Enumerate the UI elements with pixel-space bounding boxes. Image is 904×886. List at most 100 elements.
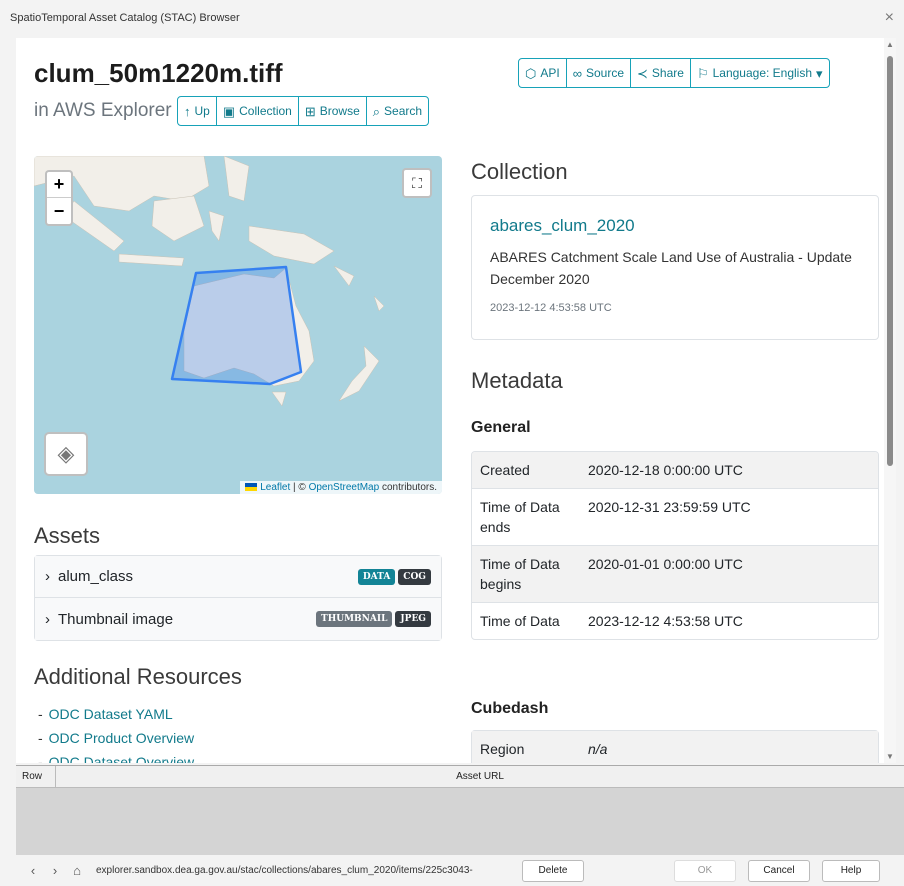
meta-value: 2020-12-18 0:00:00 UTC bbox=[588, 462, 743, 478]
cube-icon: ⬡ bbox=[525, 65, 537, 81]
stac-page: clum_50m1220m.tiff ⬡ API ∞ Source ≺ Share ⚐… bbox=[16, 38, 896, 763]
bottom-toolbar: ‹ › ⌂ explorer.sandbox.dea.ga.gov.au/sta… bbox=[0, 855, 904, 886]
caret-down-icon: ▾ bbox=[816, 65, 823, 81]
cancel-button[interactable]: Cancel bbox=[748, 859, 810, 882]
assets-list: › alum_class DATA COG › Thumbnail image TH… bbox=[34, 555, 442, 641]
grid-header: Row Asset URL bbox=[16, 766, 904, 788]
browser-dialog: SpatioTemporal Asset Catalog (STAC) Brow… bbox=[0, 0, 904, 886]
map-view[interactable]: + − ⛶ ◈ Leaflet | © OpenStreetMap contri… bbox=[34, 156, 442, 494]
zoom-out-button[interactable]: − bbox=[47, 198, 71, 224]
cubedash-heading: Cubedash bbox=[471, 700, 549, 717]
asset-item-alum-class[interactable]: › alum_class DATA COG bbox=[35, 556, 441, 598]
share-icon: ≺ bbox=[637, 65, 648, 81]
delete-button[interactable]: Delete bbox=[522, 859, 584, 882]
badge-data: DATA bbox=[357, 568, 396, 585]
assets-heading: Assets bbox=[34, 523, 101, 548]
back-icon[interactable]: ‹ bbox=[22, 863, 44, 878]
share-label: Share bbox=[651, 66, 684, 80]
up-label: Up bbox=[194, 104, 210, 118]
attribution-separator: | © bbox=[290, 482, 309, 493]
book-icon: ⊞ bbox=[304, 103, 316, 119]
scroll-down-icon[interactable]: ▼ bbox=[886, 752, 894, 761]
scrollbar-thumb[interactable] bbox=[887, 56, 893, 466]
page-title: clum_50m1220m.tiff bbox=[34, 58, 283, 88]
map-attribution: Leaflet | © OpenStreetMap contributors. bbox=[240, 481, 442, 494]
land-borneo bbox=[151, 195, 205, 242]
table-row: Time of Data ends 2020-12-31 23:59:59 UT… bbox=[472, 489, 878, 546]
vertical-scrollbar[interactable]: ▲ ▼ bbox=[884, 38, 896, 763]
source-button[interactable]: ∞ Source bbox=[567, 59, 632, 87]
badge-thumbnail: THUMBNAIL bbox=[316, 611, 393, 627]
general-heading: General bbox=[471, 419, 531, 436]
collection-id-link[interactable]: abares_clum_2020 bbox=[490, 216, 860, 236]
link-icon: ∞ bbox=[572, 65, 582, 81]
api-label: API bbox=[540, 66, 560, 80]
flag-icon: ⚐ bbox=[696, 65, 709, 81]
chevron-right-icon: › bbox=[45, 568, 50, 585]
browse-button[interactable]: ⊞ Browse bbox=[299, 97, 367, 125]
asset-grid: Row Asset URL bbox=[16, 765, 904, 855]
url-display: explorer.sandbox.dea.ga.gov.au/stac/coll… bbox=[96, 865, 473, 876]
search-icon: ⌕ bbox=[372, 103, 381, 119]
osm-link[interactable]: OpenStreetMap bbox=[309, 482, 380, 493]
zoom-control: + − bbox=[45, 170, 73, 226]
meta-value: 2020-01-01 0:00:00 UTC bbox=[588, 556, 743, 572]
table-row: Time of Data begins 2020-01-01 0:00:00 U… bbox=[472, 546, 878, 603]
asset-item-thumbnail[interactable]: › Thumbnail image THUMBNAIL JPEG bbox=[35, 598, 441, 640]
metadata-heading: Metadata bbox=[471, 368, 563, 393]
asset-label: Thumbnail image bbox=[58, 610, 174, 628]
ok-button[interactable]: OK bbox=[674, 859, 736, 882]
odc-dataset-yaml-link[interactable]: ODC Dataset YAML bbox=[49, 706, 173, 722]
collection-label: Collection bbox=[239, 104, 292, 118]
api-button[interactable]: ⬡ API bbox=[519, 59, 567, 87]
badge-jpeg: JPEG bbox=[395, 611, 431, 627]
collection-card[interactable]: abares_clum_2020 ABARES Catchment Scale … bbox=[471, 195, 879, 340]
chevron-right-icon: › bbox=[45, 610, 50, 628]
search-label: Search bbox=[384, 104, 423, 118]
language-dropdown[interactable]: ⚐ Language: English ▾ bbox=[691, 59, 829, 87]
window-title: SpatioTemporal Asset Catalog (STAC) Brow… bbox=[10, 12, 240, 24]
meta-key: Time of Data begins bbox=[480, 556, 560, 592]
land-pacific-islands bbox=[333, 265, 385, 312]
up-button[interactable]: ↑ Up bbox=[178, 97, 217, 125]
cubedash-metadata-table: Region n/a bbox=[471, 730, 879, 763]
home-icon[interactable]: ⌂ bbox=[66, 863, 88, 878]
meta-value: 2023-12-12 4:53:58 UTC bbox=[588, 613, 743, 629]
column-header-row[interactable]: Row bbox=[16, 766, 56, 787]
table-row: Created 2020-12-18 0:00:00 UTC bbox=[472, 452, 878, 489]
help-button[interactable]: Help bbox=[822, 859, 880, 882]
collection-date: 2023-12-12 4:53:58 UTC bbox=[490, 302, 612, 314]
nav-button-group: ↑ Up ▣ Collection ⊞ Browse ⌕ Search bbox=[177, 96, 430, 126]
leaflet-link[interactable]: Leaflet bbox=[260, 482, 290, 493]
meta-key: Time of Data bbox=[480, 613, 560, 629]
zoom-in-button[interactable]: + bbox=[47, 172, 71, 198]
arrow-up-icon: ↑ bbox=[184, 103, 191, 119]
table-row: Region n/a bbox=[472, 731, 878, 763]
scroll-up-icon[interactable]: ▲ bbox=[886, 40, 894, 49]
forward-icon[interactable]: › bbox=[44, 863, 66, 878]
map-tiles bbox=[34, 156, 385, 407]
fullscreen-icon[interactable]: ⛶ bbox=[402, 168, 432, 198]
item-footprint[interactable] bbox=[170, 265, 303, 386]
catalog-subtitle: in AWS Explorer bbox=[34, 100, 172, 121]
meta-value: 2020-12-31 23:59:59 UTC bbox=[588, 499, 751, 515]
collection-description: ABARES Catchment Scale Land Use of Austr… bbox=[490, 249, 852, 287]
close-icon[interactable]: × bbox=[885, 9, 894, 27]
meta-key: Region bbox=[480, 741, 525, 757]
odc-dataset-overview-link[interactable]: ODC Dataset Overview bbox=[49, 754, 194, 763]
land-java bbox=[118, 253, 185, 267]
column-header-asset-url[interactable]: Asset URL bbox=[56, 766, 904, 787]
collection-button[interactable]: ▣ Collection bbox=[217, 97, 299, 125]
ukraine-flag-icon bbox=[245, 483, 258, 492]
search-button[interactable]: ⌕ Search bbox=[367, 97, 428, 125]
odc-product-overview-link[interactable]: ODC Product Overview bbox=[49, 730, 194, 746]
asset-label: alum_class bbox=[58, 568, 134, 585]
title-bar: SpatioTemporal Asset Catalog (STAC) Brow… bbox=[0, 0, 904, 36]
layers-icon[interactable]: ◈ bbox=[44, 432, 88, 476]
share-button[interactable]: ≺ Share bbox=[631, 59, 691, 87]
land-new-zealand bbox=[338, 345, 380, 402]
resource-item: - ODC Dataset Overview bbox=[38, 750, 194, 763]
badge-cog: COG bbox=[398, 568, 431, 585]
land-philippines bbox=[223, 156, 250, 202]
resource-item: - ODC Product Overview bbox=[38, 730, 195, 746]
